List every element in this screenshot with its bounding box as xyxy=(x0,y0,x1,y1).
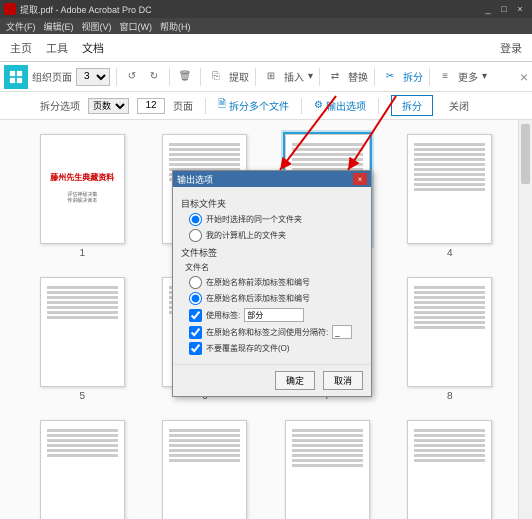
separator-input[interactable] xyxy=(332,325,352,339)
insert-label[interactable]: 插入 xyxy=(284,69,304,84)
split-button[interactable]: 拆分 xyxy=(391,95,433,116)
replace-label[interactable]: 替换 xyxy=(348,69,368,84)
page-thumb-5[interactable]: 5 xyxy=(30,277,135,402)
toolbar-close-button[interactable]: × xyxy=(520,69,528,85)
cancel-button[interactable]: 取消 xyxy=(323,371,363,390)
document-icon: 🗎 xyxy=(218,97,226,114)
checkbox-separator[interactable]: 在原始名称和标签之间使用分隔符: xyxy=(189,325,363,339)
organize-pages-icon[interactable] xyxy=(4,65,28,89)
vertical-scrollbar[interactable] xyxy=(518,120,532,519)
more-label[interactable]: 更多 xyxy=(458,69,478,84)
window-title: 提取.pdf - Adobe Acrobat Pro DC xyxy=(20,3,152,16)
page-select[interactable]: 3 xyxy=(76,68,110,86)
tabbar: 主页 工具 文档 登录 xyxy=(0,34,532,62)
menu-view[interactable]: 视图(V) xyxy=(82,20,112,33)
login-link[interactable]: 登录 xyxy=(500,40,522,56)
insert-icon: ⊞ xyxy=(262,68,280,86)
split-multiple-link[interactable]: 🗎 拆分多个文件 xyxy=(218,97,289,114)
use-label-input[interactable] xyxy=(244,308,304,322)
page1-subtitle: 评估神秘决策 传讲解决读本 xyxy=(67,192,97,205)
dialog-title: 输出选项 xyxy=(177,173,213,186)
ok-button[interactable]: 确定 xyxy=(275,371,315,390)
insert-chevron-icon[interactable]: ▾ xyxy=(308,71,313,82)
file-label-group: 文件标签 xyxy=(181,246,363,259)
split-option-label: 拆分选项 xyxy=(40,98,80,113)
radio-my-computer[interactable]: 我的计算机上的文件夹 xyxy=(189,229,363,242)
replace-icon: ⇄ xyxy=(326,68,344,86)
split-mode-select[interactable]: 页数 xyxy=(88,98,129,114)
more-icon: ≡ xyxy=(436,68,454,86)
menu-file[interactable]: 文件(F) xyxy=(6,20,36,33)
window-titlebar: 提取.pdf - Adobe Acrobat Pro DC _ □ × xyxy=(0,0,532,18)
page-thumb-12[interactable]: 12 xyxy=(398,420,503,519)
organize-pages-label: 组织页面 xyxy=(32,69,72,84)
tab-tools[interactable]: 工具 xyxy=(46,40,68,56)
tab-home[interactable]: 主页 xyxy=(10,40,32,56)
page-thumb-11[interactable]: 11 xyxy=(275,420,380,519)
toolbar: 组织页面 3 ↺ ↻ 🗑 ⎘ 提取 ⊞ 插入 ▾ ⇄ 替换 ✂ 拆分 ≡ 更多 … xyxy=(0,62,532,92)
radio-label-before[interactable]: 在原始名称前添加标签和编号 xyxy=(189,276,363,289)
split-label[interactable]: 拆分 xyxy=(403,69,423,84)
filename-label: 文件名 xyxy=(185,262,363,273)
checkbox-no-overwrite[interactable]: 不要覆盖现存的文件(O) xyxy=(189,342,363,355)
maximize-button[interactable]: □ xyxy=(496,2,512,16)
radio-label-after[interactable]: 在原始名称后添加标签和编号 xyxy=(189,292,363,305)
page1-title: 藤州先生典藏资料 xyxy=(50,173,114,183)
output-options-link[interactable]: ⚙ 输出选项 xyxy=(314,98,366,113)
close-label[interactable]: 关闭 xyxy=(449,98,469,113)
page-thumb-10[interactable]: 10 xyxy=(153,420,258,519)
extract-label[interactable]: 提取 xyxy=(229,69,249,84)
rotate-right-icon[interactable]: ↻ xyxy=(145,68,163,86)
menu-window[interactable]: 窗口(W) xyxy=(120,20,153,33)
scrollbar-handle[interactable] xyxy=(521,124,530,184)
minimize-button[interactable]: _ xyxy=(480,2,496,16)
delete-icon[interactable]: 🗑 xyxy=(176,68,194,86)
target-folder-group: 目标文件夹 xyxy=(181,197,363,210)
split-icon: ✂ xyxy=(381,68,399,86)
page-thumb-8[interactable]: 8 xyxy=(398,277,503,402)
pages-suffix: 页面 xyxy=(173,98,193,113)
gear-icon: ⚙ xyxy=(314,100,323,111)
more-chevron-icon[interactable]: ▾ xyxy=(482,71,487,82)
menu-help[interactable]: 帮助(H) xyxy=(160,20,191,33)
dialog-titlebar[interactable]: 输出选项 × xyxy=(173,171,371,187)
page-thumb-1[interactable]: 藤州先生典藏资料 评估神秘决策 传讲解决读本 1 xyxy=(30,134,135,259)
rotate-left-icon[interactable]: ↺ xyxy=(123,68,141,86)
app-icon xyxy=(4,3,16,15)
checkbox-use-label[interactable]: 使用标签: xyxy=(189,308,363,322)
extract-icon: ⎘ xyxy=(207,68,225,86)
page-thumb-4[interactable]: 4 xyxy=(398,134,503,259)
menu-edit[interactable]: 编辑(E) xyxy=(44,20,74,33)
pages-count-input[interactable] xyxy=(137,98,165,114)
page-thumb-9[interactable]: 9 xyxy=(30,420,135,519)
close-window-button[interactable]: × xyxy=(512,2,528,16)
menubar: 文件(F) 编辑(E) 视图(V) 窗口(W) 帮助(H) xyxy=(0,18,532,34)
dialog-close-button[interactable]: × xyxy=(353,173,367,185)
output-options-dialog: 输出选项 × 目标文件夹 开始时选择的同一个文件夹 我的计算机上的文件夹 文件标… xyxy=(172,170,372,397)
tab-document[interactable]: 文档 xyxy=(82,40,104,56)
radio-same-folder[interactable]: 开始时选择的同一个文件夹 xyxy=(189,213,363,226)
split-options-bar: 拆分选项 页数 页面 🗎 拆分多个文件 ⚙ 输出选项 拆分 关闭 xyxy=(0,92,532,120)
